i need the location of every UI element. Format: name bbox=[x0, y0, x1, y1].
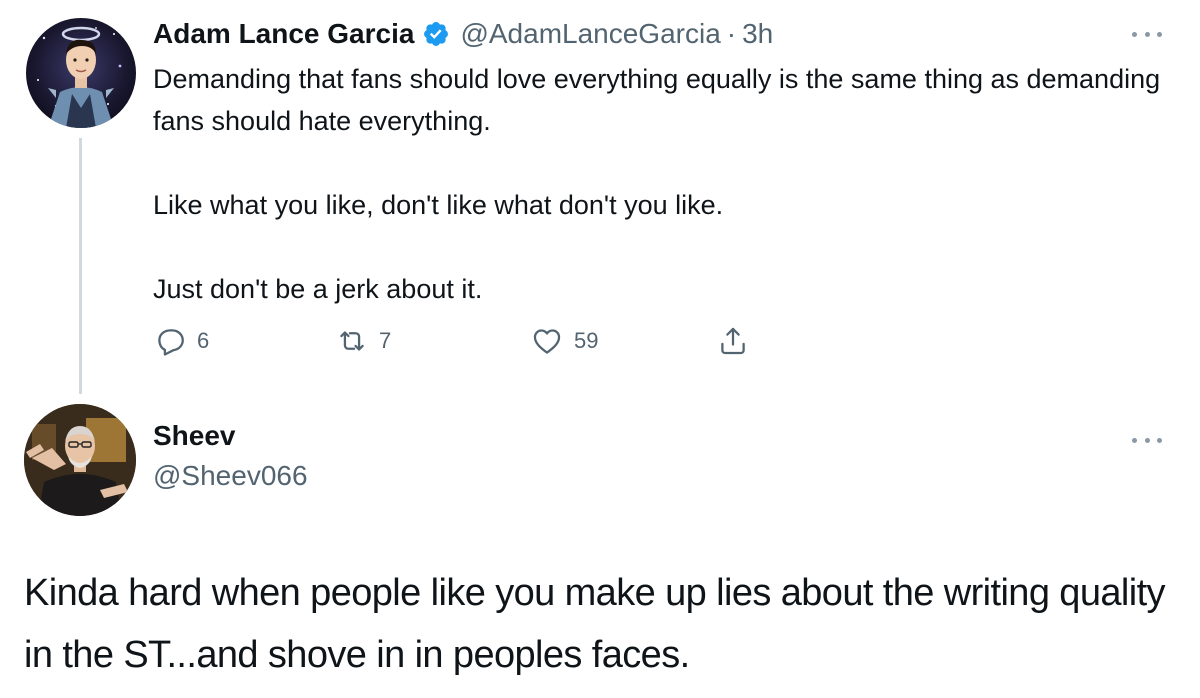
tweet1-handle[interactable]: @AdamLanceGarcia bbox=[460, 18, 720, 50]
tweet2-handle[interactable]: @Sheev066 bbox=[153, 460, 308, 492]
heart-icon bbox=[533, 329, 561, 354]
avatar-sheev[interactable] bbox=[24, 404, 136, 516]
tweet1-timestamp[interactable]: 3h bbox=[742, 18, 773, 50]
avatar-image bbox=[37, 26, 122, 128]
tweet1-paragraph-1: Demanding that fans should love everythi… bbox=[153, 64, 1161, 136]
verified-badge-icon bbox=[424, 22, 449, 46]
tweet1-header: Adam Lance Garcia @AdamLanceGarcia · 3h bbox=[153, 14, 773, 54]
thread-connector-line bbox=[79, 138, 82, 394]
tweet2-more-options-icon[interactable] bbox=[1132, 434, 1162, 446]
tweet2-display-name[interactable]: Sheev bbox=[153, 420, 236, 452]
tweet1-paragraph-3: Just don't be a jerk about it. bbox=[153, 274, 483, 304]
like-count: 59 bbox=[574, 328, 599, 353]
avatar-adam-lance-garcia[interactable] bbox=[26, 18, 136, 128]
avatar-image bbox=[24, 404, 136, 516]
share-button[interactable] bbox=[716, 324, 750, 358]
tweet1-paragraph-2: Like what you like, don't like what don'… bbox=[153, 190, 724, 220]
retweet-icon bbox=[340, 331, 364, 351]
share-icon bbox=[721, 327, 745, 355]
like-button[interactable]: 59 bbox=[530, 324, 598, 358]
reply-icon bbox=[158, 329, 184, 356]
retweet-button[interactable]: 7 bbox=[335, 324, 391, 358]
retweet-count: 7 bbox=[379, 328, 392, 353]
tweet1-separator: · bbox=[726, 18, 737, 49]
tweet2-text: Kinda hard when people like you make up … bbox=[24, 572, 1166, 676]
tweet1-display-name[interactable]: Adam Lance Garcia bbox=[153, 18, 414, 50]
reply-button[interactable]: 6 bbox=[153, 324, 209, 358]
tweet1-text: Demanding that fans should love everythi… bbox=[153, 58, 1163, 310]
tweet1-more-options-icon[interactable] bbox=[1132, 28, 1162, 40]
reply-count: 6 bbox=[197, 328, 210, 353]
